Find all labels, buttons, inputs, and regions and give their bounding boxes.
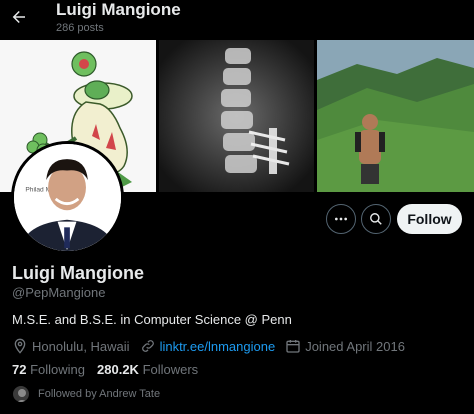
- link-icon: [140, 338, 156, 354]
- location-pin-icon: [12, 338, 28, 354]
- profile-name: Luigi Mangione: [12, 263, 144, 283]
- profile-stats: 72 Following 280.2K Followers: [12, 362, 198, 377]
- more-options-button[interactable]: [326, 204, 356, 234]
- header-name: Luigi Mangione: [56, 0, 181, 19]
- search-icon: [369, 212, 383, 226]
- joined-item: Joined April 2016: [285, 338, 405, 354]
- search-profile-button[interactable]: [361, 204, 391, 234]
- follower-avatar: [12, 385, 30, 403]
- link-item[interactable]: linktr.ee/lnmangione: [140, 338, 276, 354]
- following-link[interactable]: 72 Following: [12, 362, 85, 377]
- location-text: Honolulu, Hawaii: [32, 338, 130, 354]
- profile-bio: M.S.E. and B.S.E. in Computer Science @ …: [12, 312, 292, 327]
- followed-by[interactable]: Followed by Andrew Tate: [12, 385, 160, 403]
- profile-handle: @PepMangione: [12, 285, 106, 300]
- following-label: Following: [30, 362, 86, 377]
- banner-image-mountain: [317, 40, 474, 192]
- followers-link[interactable]: 280.2K Followers: [97, 362, 198, 377]
- followed-by-text: Followed by Andrew Tate: [38, 388, 161, 400]
- followers-count: 280.2K: [97, 362, 139, 377]
- arrow-left-icon: [10, 8, 28, 26]
- header-post-count: 286 posts: [56, 22, 104, 34]
- top-bar: Luigi Mangione 286 posts: [0, 0, 474, 40]
- profile-link[interactable]: linktr.ee/lnmangione: [160, 339, 276, 354]
- joined-text: Joined April 2016: [305, 338, 405, 354]
- back-button[interactable]: [4, 2, 34, 32]
- banner-image-xray: [159, 40, 314, 192]
- profile-avatar[interactable]: Philad Muse: [11, 141, 124, 254]
- location-item: Honolulu, Hawaii: [12, 338, 130, 354]
- calendar-icon: [285, 338, 301, 354]
- following-count: 72: [12, 362, 27, 377]
- followers-label: Followers: [142, 362, 199, 377]
- more-horizontal-icon: [333, 211, 349, 227]
- profile-meta: Honolulu, Hawaii linktr.ee/lnmangione Jo…: [12, 337, 415, 355]
- follow-button[interactable]: Follow: [397, 204, 462, 234]
